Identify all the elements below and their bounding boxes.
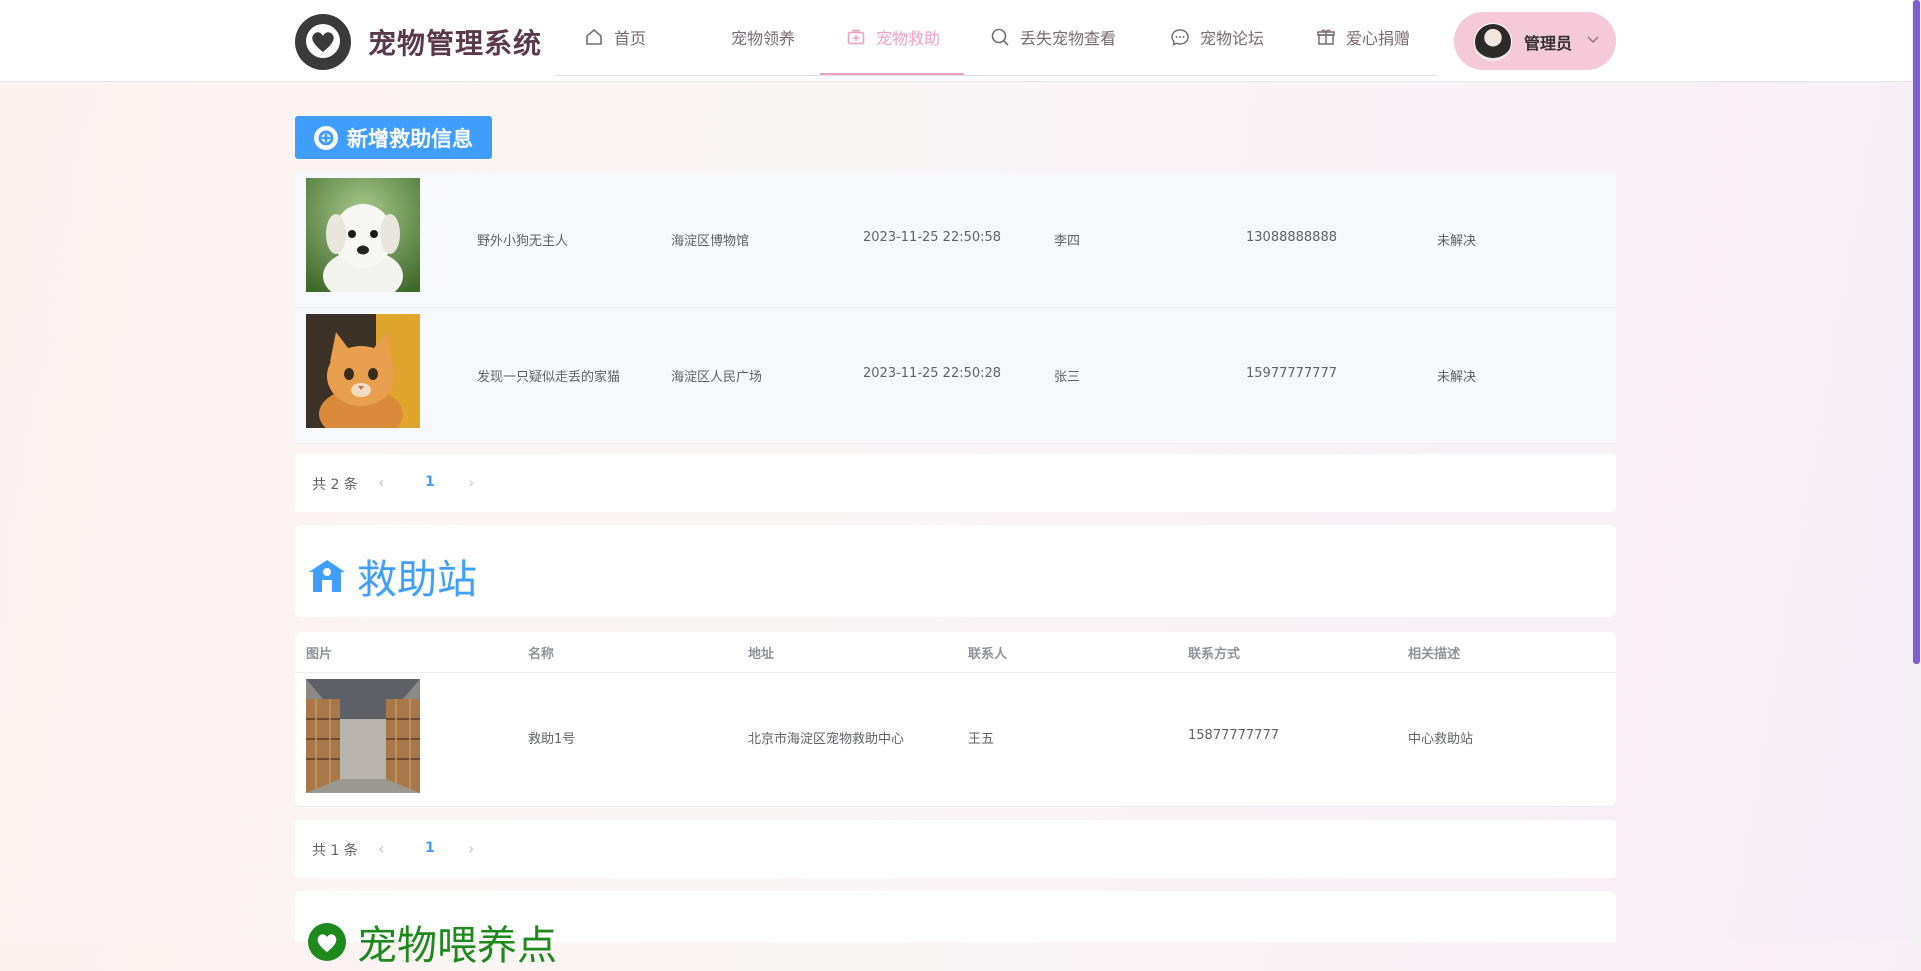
gift-icon bbox=[1317, 29, 1335, 45]
feeding-title-label: 宠物喂养点 bbox=[357, 923, 557, 969]
rescue-contact: 张三 bbox=[1054, 370, 1081, 385]
page-number[interactable]: 1 bbox=[425, 474, 435, 490]
app-title: 宠物管理系统 bbox=[368, 27, 543, 60]
rescue-location: 海淀区人民广场 bbox=[671, 370, 763, 385]
feeding-title: 宠物喂养点 bbox=[307, 913, 557, 971]
prev-page-icon[interactable]: ‹ bbox=[378, 839, 384, 858]
nav-lost-pets[interactable]: 丢失宠物查看 bbox=[990, 0, 1116, 74]
column-header: 相关描述 bbox=[1408, 647, 1461, 662]
rescue-contact: 李四 bbox=[1054, 234, 1081, 249]
nav-label: 宠物领养 bbox=[731, 29, 796, 48]
station-address: 北京市海淀区宠物救助中心 bbox=[748, 732, 905, 747]
add-rescue-button[interactable]: 新增救助信息 bbox=[295, 116, 492, 159]
nav-home[interactable]: 首页 bbox=[584, 0, 646, 74]
chevron-down-icon bbox=[1587, 36, 1599, 44]
rescue-time: 2023-11-25 22:50:28 bbox=[863, 366, 1002, 381]
column-header: 名称 bbox=[528, 647, 555, 662]
column-header: 联系人 bbox=[968, 647, 1008, 662]
rescue-status: 未解决 bbox=[1437, 370, 1477, 385]
cat-image bbox=[306, 314, 420, 428]
station-section-header: 救助站 bbox=[295, 525, 1616, 617]
nav-rescue[interactable]: 宠物救助 bbox=[819, 0, 965, 75]
heart-circle-icon bbox=[308, 923, 346, 961]
rescue-title: 发现一只疑似走丢的家猫 bbox=[477, 370, 621, 385]
home-icon bbox=[586, 28, 602, 45]
table-row[interactable]: 发现一只疑似走丢的家猫 海淀区人民广场 2023-11-25 22:50:28 … bbox=[295, 308, 1616, 444]
rescue-status: 未解决 bbox=[1437, 234, 1477, 249]
add-rescue-label: 新增救助信息 bbox=[347, 126, 473, 151]
warehouse-image bbox=[306, 679, 420, 793]
station-name: 救助1号 bbox=[528, 732, 576, 747]
next-page-icon[interactable]: › bbox=[468, 839, 474, 858]
rescue-pagination: 共 2 条 ‹ 1 › bbox=[295, 454, 1616, 512]
station-pagination: 共 1 条 ‹ 1 › bbox=[295, 820, 1616, 878]
app-logo bbox=[295, 14, 351, 70]
top-header: 宠物管理系统 首页 宠物领养 宠物救助 丢失宠物查看 宠物论坛 爱心捐赠 管理员 bbox=[0, 0, 1912, 82]
search-icon bbox=[991, 28, 1009, 46]
rescue-phone: 13088888888 bbox=[1246, 230, 1337, 245]
rescue-time: 2023-11-25 22:50:58 bbox=[863, 230, 1002, 245]
pagination-total: 共 2 条 bbox=[312, 477, 358, 493]
avatar bbox=[1474, 23, 1512, 61]
user-menu[interactable]: 管理员 bbox=[1454, 12, 1616, 70]
plus-circle-icon bbox=[314, 125, 338, 150]
puppy-image bbox=[306, 178, 420, 292]
main-nav: 首页 宠物领养 宠物救助 丢失宠物查看 宠物论坛 爱心捐赠 bbox=[556, 0, 1436, 76]
feeding-section-header: 宠物喂养点 bbox=[295, 891, 1616, 969]
column-header: 联系方式 bbox=[1188, 647, 1241, 662]
heart-hands-icon bbox=[298, 17, 348, 67]
nav-forum[interactable]: 宠物论坛 bbox=[1170, 0, 1264, 74]
nav-label: 宠物论坛 bbox=[1200, 29, 1265, 48]
station-desc: 中心救助站 bbox=[1408, 732, 1474, 747]
nav-label: 宠物救助 bbox=[876, 29, 941, 48]
nav-donation[interactable]: 爱心捐赠 bbox=[1316, 0, 1410, 74]
station-contact: 王五 bbox=[968, 732, 995, 747]
rescue-table: 野外小狗无主人 海淀区博物馆 2023-11-25 22:50:58 李四 13… bbox=[295, 172, 1616, 444]
nav-label: 爱心捐赠 bbox=[1346, 29, 1411, 48]
station-title: 救助站 bbox=[307, 547, 477, 605]
column-header: 图片 bbox=[306, 647, 333, 662]
next-page-icon[interactable]: › bbox=[468, 473, 474, 492]
page-scrollbar[interactable] bbox=[1912, 0, 1921, 942]
column-header: 地址 bbox=[748, 647, 775, 662]
table-row[interactable]: 野外小狗无主人 海淀区博物馆 2023-11-25 22:50:58 李四 13… bbox=[295, 172, 1616, 308]
rescue-location: 海淀区博物馆 bbox=[671, 234, 750, 249]
chat-icon bbox=[1171, 29, 1189, 46]
scrollbar-thumb[interactable] bbox=[1913, 0, 1920, 664]
station-title-label: 救助站 bbox=[357, 557, 477, 603]
page-number[interactable]: 1 bbox=[425, 840, 435, 856]
rescue-title: 野外小狗无主人 bbox=[477, 234, 569, 249]
building-icon bbox=[309, 560, 345, 592]
table-row[interactable]: 救助1号 北京市海淀区宠物救助中心 王五 15877777777 中心救助站 bbox=[295, 673, 1616, 807]
pagination-total: 共 1 条 bbox=[312, 843, 358, 859]
station-table: 图片 名称 地址 联系人 联系方式 相关描述 救助1号 北京市海淀区宠物救助中心… bbox=[295, 632, 1616, 807]
medical-kit-icon bbox=[847, 29, 865, 45]
user-name: 管理员 bbox=[1524, 34, 1573, 53]
prev-page-icon[interactable]: ‹ bbox=[378, 473, 384, 492]
nav-adoption[interactable]: 宠物领养 bbox=[731, 0, 795, 74]
nav-label: 丢失宠物查看 bbox=[1020, 29, 1117, 48]
rescue-phone: 15977777777 bbox=[1246, 366, 1337, 381]
station-phone: 15877777777 bbox=[1188, 728, 1279, 743]
nav-label: 首页 bbox=[614, 29, 647, 48]
